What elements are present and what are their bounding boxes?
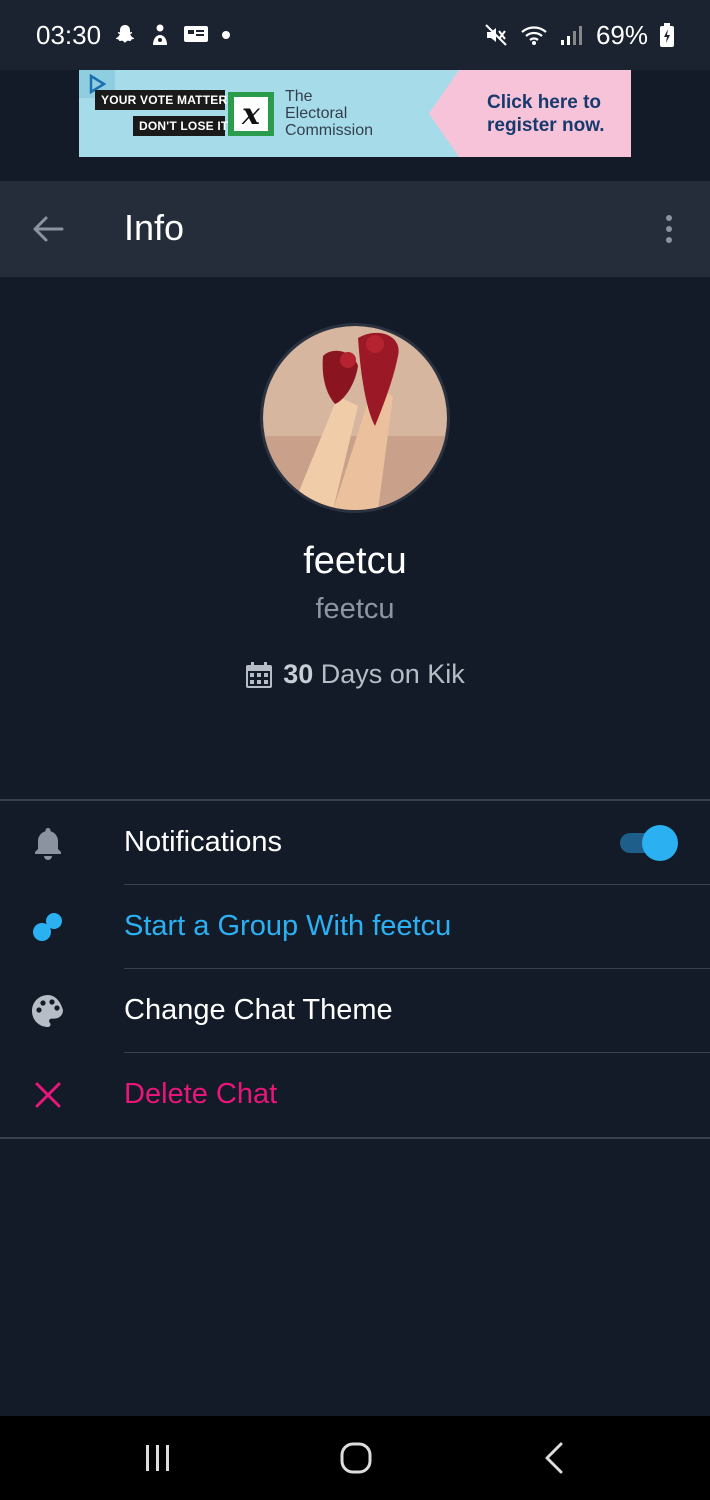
calendar-icon [246,661,273,688]
close-icon [28,1075,68,1115]
ad-tag-vote: YOUR VOTE MATTERS [95,90,235,110]
menu-item-delete-chat[interactable]: Delete Chat [0,1053,710,1137]
ad-cta-button[interactable]: Click here to register now. [429,70,631,157]
system-nav-bar [0,1416,710,1500]
ad-banner[interactable]: YOUR VOTE MATTERS DON'T LOSE IT x The El… [79,70,631,157]
status-right: 69% [484,20,674,51]
start-group-label: Start a Group With feetcu [124,910,452,942]
arrow-left-icon [33,216,64,242]
signal-icon [560,24,584,46]
ballot-x-icon: x [228,92,274,136]
ad-organisation: The Electoral Commission [285,88,373,139]
ad-org-line-3: Commission [285,122,374,139]
group-dots-icon [28,907,68,947]
snapchat-icon [113,23,137,47]
username: feetcu [315,593,395,625]
ad-cta-line-2: register now. [487,114,605,136]
status-bar: 03:30 69% [0,0,710,70]
more-vert-icon[interactable] [654,209,684,249]
change-theme-label: Change Chat Theme [124,994,393,1026]
app-notification-icon [149,23,171,47]
menu-item-start-group[interactable]: Start a Group With feetcu [0,885,710,969]
notifications-toggle[interactable] [620,825,678,861]
bell-icon [28,823,68,863]
battery-charging-icon [660,23,674,47]
home-icon[interactable] [336,1438,376,1478]
display-name: feetcu [303,540,407,582]
ad-tag-lose: DON'T LOSE IT [133,116,228,136]
app-bar: Info [0,181,710,277]
days-on-kik: 30 Days on Kik [0,659,710,690]
mute-icon [484,23,508,47]
avatar[interactable] [260,323,450,513]
ad-area: YOUR VOTE MATTERS DON'T LOSE IT x The El… [0,70,710,181]
delete-chat-label: Delete Chat [124,1078,278,1110]
status-left: 03:30 [36,20,231,51]
menu-item-change-theme[interactable]: Change Chat Theme [0,969,710,1053]
more-notifications-dot [221,30,231,40]
settings-menu: Notifications Start a Group With feetcu … [0,799,710,1139]
days-suffix: Days on Kik [320,659,465,689]
status-time: 03:30 [36,19,102,50]
back-button[interactable] [28,209,68,249]
days-count: 30 [283,659,314,689]
ad-org-line-2: Electoral [285,105,348,122]
battery-percent: 69% [595,19,648,50]
page-title: Info [124,207,185,248]
profile-section: feetcu feetcu 30 Days on Kik [0,277,710,799]
recents-icon[interactable] [138,1438,178,1478]
notifications-label: Notifications [124,826,282,858]
ad-org-line-1: The [285,88,313,105]
menu-item-notifications[interactable]: Notifications [0,801,710,885]
ad-tags: YOUR VOTE MATTERS DON'T LOSE IT [95,90,235,136]
ad-cta-line-1: Click here to [487,91,602,113]
back-icon[interactable] [534,1438,574,1478]
wifi-icon [520,24,548,46]
palette-icon [28,991,68,1031]
message-icon [183,24,209,46]
